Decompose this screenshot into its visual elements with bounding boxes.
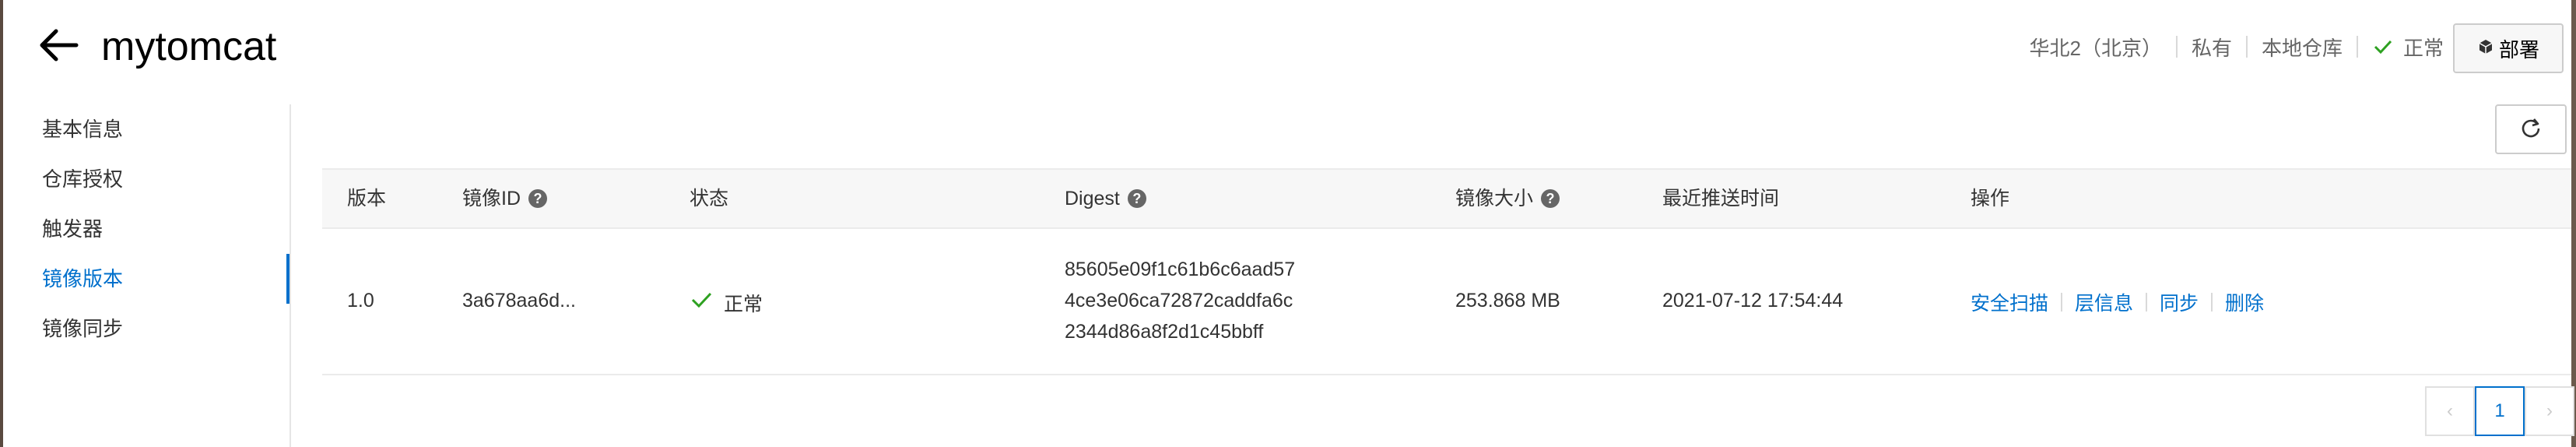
status-text: 正常 [724, 293, 763, 315]
cell-pushed-time: 2021-07-12 17:54:44 [1662, 290, 1844, 311]
next-page-button[interactable]: › [2525, 386, 2574, 436]
cell-size: 253.868 MB [1455, 290, 1560, 311]
col-version: 版本 [347, 170, 386, 227]
col-version-label: 版本 [347, 188, 387, 209]
repo-type-text: 本地仓库 [2261, 36, 2343, 60]
col-image-id: 镜像ID ? [462, 170, 548, 227]
security-scan-link[interactable]: 安全扫描 [1971, 288, 2048, 316]
col-actions-label: 操作 [1971, 188, 2010, 209]
col-digest-label: Digest [1065, 188, 1120, 209]
col-status-label: 状态 [690, 188, 729, 209]
help-icon[interactable]: ? [1127, 189, 1146, 208]
delete-link[interactable]: 删除 [2225, 288, 2264, 316]
meta-divider [2245, 36, 2248, 58]
page-button[interactable]: 1 [2475, 386, 2525, 436]
digest-line: 2344d86a8f2d1c45bbff [1065, 321, 1264, 343]
repo-status-text: 正常 [2402, 36, 2444, 60]
refresh-button[interactable] [2495, 104, 2567, 154]
back-arrow-icon[interactable] [37, 23, 81, 67]
col-status: 状态 [690, 170, 728, 227]
digest-line: 4ce3e06ca72872caddfa6c [1065, 290, 1293, 311]
prev-page-button[interactable]: ‹ [2425, 386, 2475, 436]
digest-line: 85605e09f1c61b6c6aad57 [1065, 259, 1296, 280]
sidebar-item-image-versions[interactable]: 镜像版本 [0, 254, 290, 304]
col-pushed: 最近推送时间 [1662, 170, 1779, 227]
deploy-button[interactable]: 部署 [2453, 23, 2564, 73]
sidebar-item-basic-info[interactable]: 基本信息 [0, 104, 290, 154]
sidebar: 基本信息 仓库授权 触发器 镜像版本 镜像同步 [0, 104, 290, 354]
action-divider [2061, 293, 2063, 311]
check-icon [690, 288, 713, 317]
help-icon[interactable]: ? [528, 189, 548, 208]
meta-divider [2356, 36, 2358, 58]
meta-divider [2175, 36, 2178, 58]
sidebar-divider [290, 104, 291, 447]
layer-info-link[interactable]: 层信息 [2075, 288, 2133, 316]
col-size: 镜像大小 ? [1455, 170, 1560, 227]
cell-actions: 安全扫描 层信息 同步 删除 [1971, 288, 2264, 316]
deploy-button-label: 部署 [2498, 37, 2539, 62]
check-icon [2372, 36, 2394, 58]
image-version-table: 版本 镜像ID ? 状态 Digest ? 镜像大小 ? 最近推送时间 操作 1… [322, 168, 2571, 375]
visibility-text: 私有 [2191, 36, 2232, 60]
cell-status: 正常 [690, 288, 763, 317]
pagination: ‹ 1 › [2425, 386, 2574, 436]
col-image-id-label: 镜像ID [462, 188, 521, 209]
col-digest: Digest ? [1065, 170, 1146, 227]
sidebar-item-repo-auth[interactable]: 仓库授权 [0, 154, 290, 204]
table-row: 1.0 3a678aa6d... 正常 85605e09f1c61b6c6aad… [322, 229, 2571, 375]
sync-link[interactable]: 同步 [2160, 288, 2199, 316]
sidebar-item-triggers[interactable]: 触发器 [0, 204, 290, 254]
action-divider [2211, 293, 2213, 311]
help-icon[interactable]: ? [1541, 189, 1560, 208]
table-header: 版本 镜像ID ? 状态 Digest ? 镜像大小 ? 最近推送时间 操作 [322, 168, 2571, 229]
region-text: 华北2（北京） [2029, 36, 2162, 60]
repo-meta: 华北2（北京） 私有 本地仓库 正常 [2029, 31, 2444, 62]
cell-image-id: 3a678aa6d... [462, 290, 576, 311]
cube-icon [2477, 37, 2494, 61]
col-actions: 操作 [1971, 170, 2009, 227]
cell-version: 1.0 [347, 290, 374, 311]
sidebar-item-image-sync[interactable]: 镜像同步 [0, 304, 290, 354]
refresh-icon [2519, 116, 2543, 143]
page-title: mytomcat [101, 24, 277, 69]
col-pushed-label: 最近推送时间 [1662, 188, 1780, 209]
right-edge [2571, 0, 2576, 447]
action-divider [2146, 293, 2148, 311]
col-size-label: 镜像大小 [1455, 188, 1534, 209]
cell-digest: 85605e09f1c61b6c6aad57 4ce3e06ca72872cad… [1065, 254, 1295, 347]
